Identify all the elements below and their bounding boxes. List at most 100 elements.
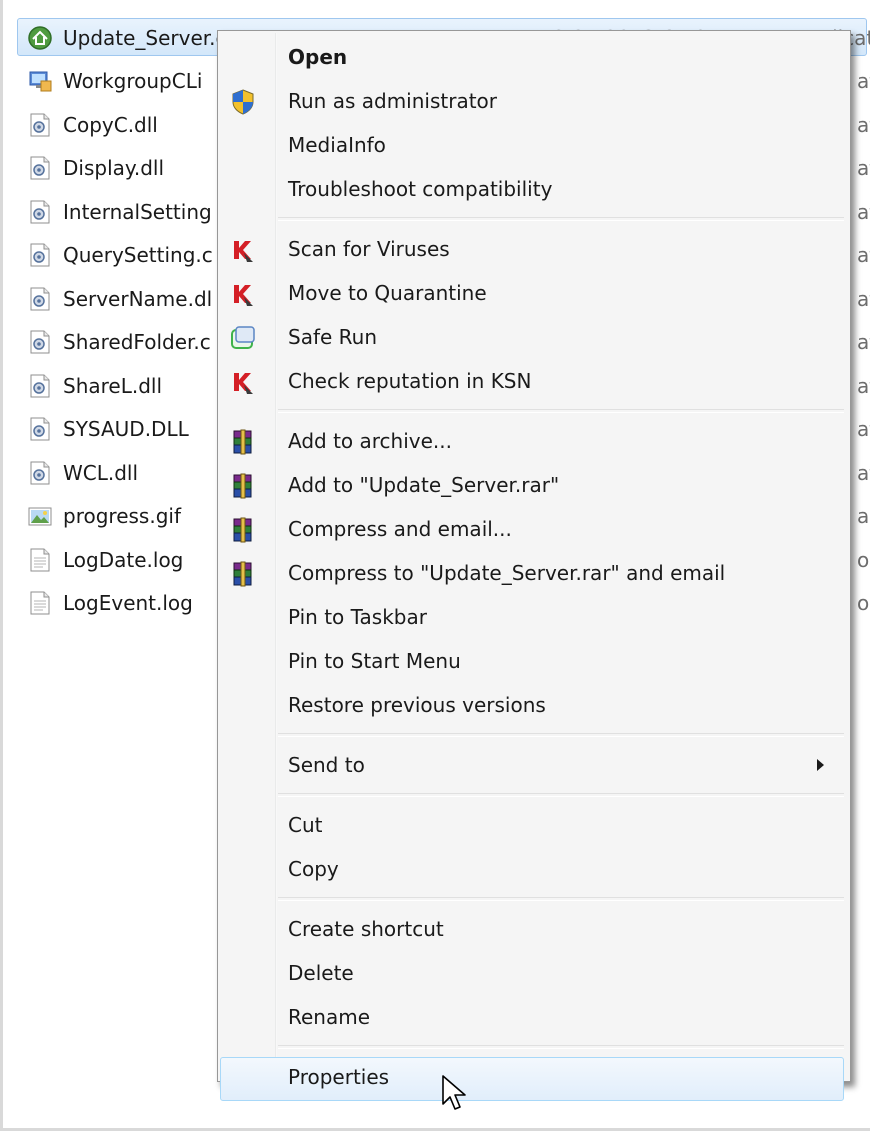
file-type-fragment: oc [857,591,870,616]
context-menu: Open Run as administrator MediaInfo Trouble… [217,30,851,1101]
menu-item-label: Add to "Update_Server.rar" [288,473,560,497]
menu-item-rename[interactable]: Rename [220,997,848,1037]
menu-item-label: Move to Quarantine [288,281,487,305]
menu-item-delete[interactable]: Delete [220,953,848,993]
menu-separator [278,897,844,901]
menu-item-check-reputation-in-ksn[interactable]: Check reputation in KSN [220,361,848,401]
file-type-fragment: at [857,69,870,94]
menu-item-label: Open [288,45,348,69]
winrar-icon [229,560,257,588]
dll-icon [27,329,53,355]
menu-item-copy[interactable]: Copy [220,849,848,889]
menu-item-cut[interactable]: Cut [220,805,848,845]
menu-item-compress-to-update-server-rar-and-email[interactable]: Compress to "Update_Server.rar" and emai… [220,553,848,593]
menu-item-label: Rename [288,1005,371,1029]
explorer-window: Update_Server.exe2/24/2013 6:40 PMApplic… [0,0,870,1131]
menu-separator [278,1045,844,1049]
winrar-icon [229,428,257,456]
menu-item-label: Restore previous versions [288,693,546,717]
dll-icon [27,286,53,312]
text-file-icon [27,590,53,616]
workgroup-exe-icon [27,68,53,94]
winrar-icon [229,472,257,500]
file-type-fragment: at [857,417,870,442]
menu-item-troubleshoot-compatibility[interactable]: Troubleshoot compatibility [220,169,848,209]
menu-item-label: Copy [288,857,339,881]
file-name: InternalSetting [63,199,212,224]
dll-icon [27,199,53,225]
dll-icon [27,416,53,442]
menu-item-label: Pin to Taskbar [288,605,427,629]
menu-separator [278,409,844,413]
menu-separator [278,733,844,737]
file-type-fragment: at [857,156,870,181]
file-name: progress.gif [63,504,181,529]
kaspersky-icon [229,368,257,396]
menu-item-scan-for-viruses[interactable]: Scan for Viruses [220,229,848,269]
mouse-pointer-icon [442,1075,466,1110]
file-name: WorkgroupCLi [63,69,203,94]
menu-item-label: Safe Run [288,325,378,349]
uac-shield-icon [229,88,257,116]
menu-item-label: Compress to "Update_Server.rar" and emai… [288,561,726,585]
menu-item-compress-and-email[interactable]: Compress and email... [220,509,848,549]
menu-item-label: Check reputation in KSN [288,369,532,393]
menu-separator [278,793,844,797]
file-name: SYSAUD.DLL [63,417,189,442]
file-name: LogDate.log [63,547,184,572]
menu-item-label: Pin to Start Menu [288,649,461,673]
menu-item-move-to-quarantine[interactable]: Move to Quarantine [220,273,848,313]
file-name: WCL.dll [63,460,139,485]
safe-run-icon [229,324,257,352]
file-name: LogEvent.log [63,591,193,616]
menu-item-label: Run as administrator [288,89,498,113]
dll-icon [27,460,53,486]
kaspersky-icon [229,236,257,264]
menu-item-label: Cut [288,813,323,837]
menu-item-label: Create shortcut [288,917,444,941]
menu-item-add-to-archive[interactable]: Add to archive... [220,421,848,461]
menu-item-label: Scan for Viruses [288,237,450,261]
menu-item-label: Delete [288,961,354,985]
text-file-icon [27,547,53,573]
file-type-fragment: at [857,460,870,485]
kaspersky-icon [229,280,257,308]
file-type-fragment: at [857,243,870,268]
menu-item-properties[interactable]: Properties [220,1057,848,1101]
file-type-fragment: at [857,373,870,398]
file-type-fragment: at [857,286,870,311]
menu-item-add-to-update-server-rar[interactable]: Add to "Update_Server.rar" [220,465,848,505]
dll-icon [27,373,53,399]
dll-icon [27,112,53,138]
file-name: SharedFolder.c [63,330,211,355]
file-name: ShareL.dll [63,373,163,398]
file-type-fragment: at [857,330,870,355]
submenu-arrow-icon [817,759,824,771]
file-type-fragment: oc [857,547,870,572]
file-name: QuerySetting.c [63,243,213,268]
dll-icon [27,155,53,181]
menu-item-label: MediaInfo [288,133,386,157]
menu-item-safe-run[interactable]: Safe Run [220,317,848,357]
file-type-fragment: at [857,199,870,224]
menu-item-pin-to-start-menu[interactable]: Pin to Start Menu [220,641,848,681]
app-exe-icon [27,25,53,51]
menu-item-pin-to-taskbar[interactable]: Pin to Taskbar [220,597,848,637]
file-name: ServerName.dl [63,286,213,311]
menu-item-label: Compress and email... [288,517,512,541]
file-type-fragment: at [857,112,870,137]
menu-item-mediainfo[interactable]: MediaInfo [220,125,848,165]
menu-item-run-as-administrator[interactable]: Run as administrator [220,81,848,121]
menu-item-restore-previous-versions[interactable]: Restore previous versions [220,685,848,725]
menu-item-create-shortcut[interactable]: Create shortcut [220,909,848,949]
menu-item-open[interactable]: Open [220,37,848,77]
file-name: Display.dll [63,156,165,181]
file-type-fragment: ag [857,504,870,529]
file-name: CopyC.dll [63,112,158,137]
menu-item-label: Troubleshoot compatibility [288,177,553,201]
winrar-icon [229,516,257,544]
menu-item-send-to[interactable]: Send to [220,745,848,785]
menu-item-label: Properties [288,1065,390,1089]
gif-image-icon [27,503,53,529]
menu-separator [278,217,844,221]
